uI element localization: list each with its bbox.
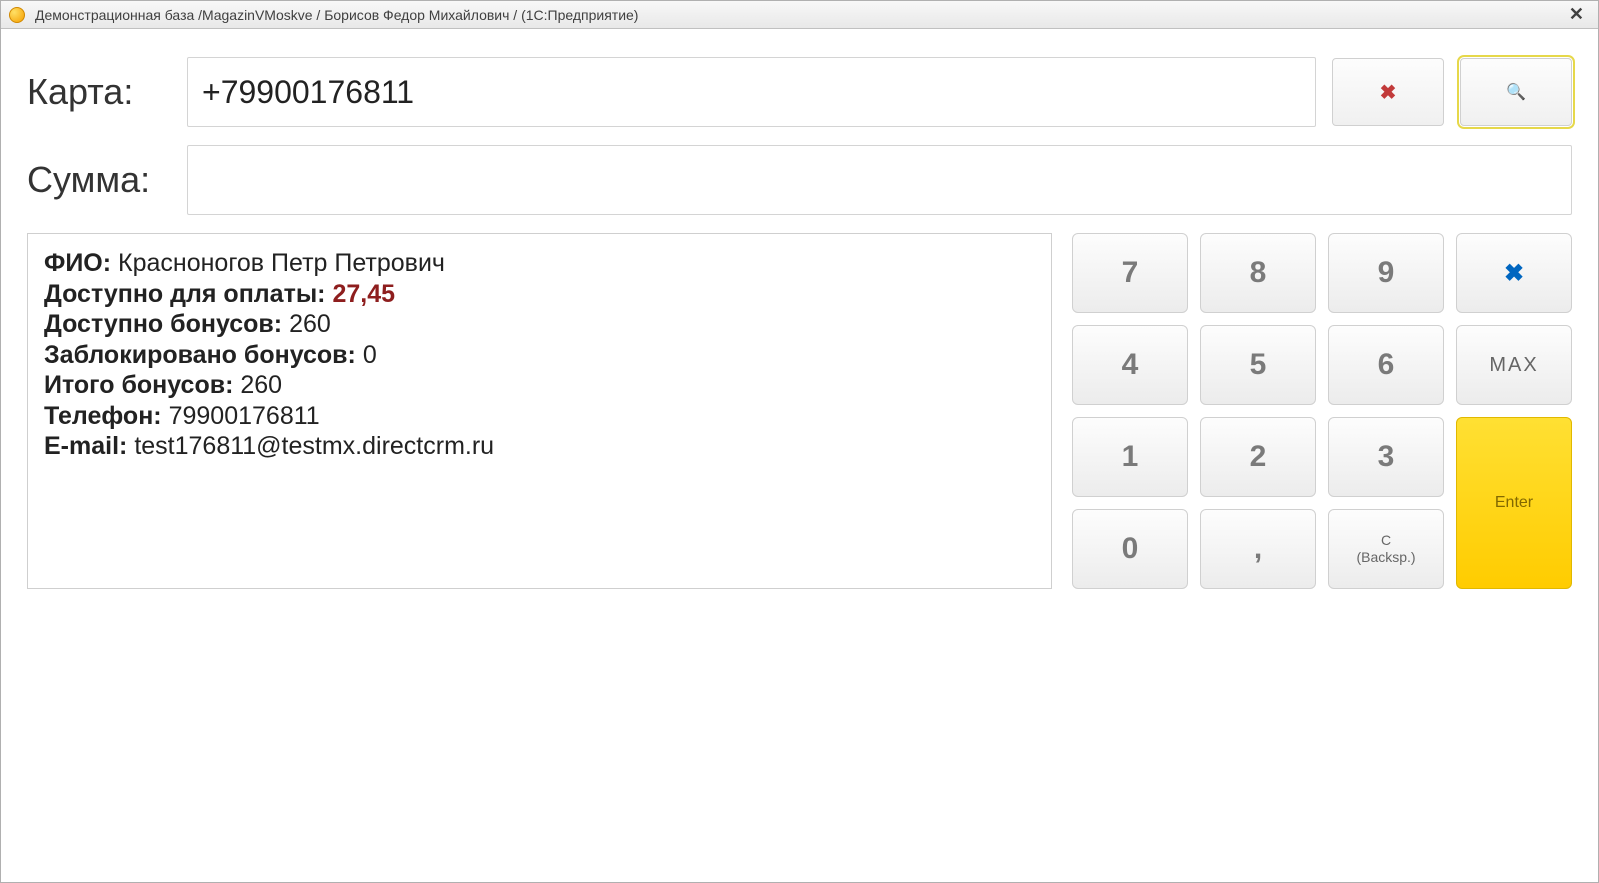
numeric-keypad: 7 8 9 ✖ 4 5 6 MAX 1 2 3 Enter 0 , C (Bac… [1072, 233, 1572, 589]
sum-label: Сумма: [27, 159, 187, 201]
info-total-bonus: Итого бонусов: 260 [44, 370, 1035, 401]
x-icon: ✖ [1380, 80, 1397, 105]
info-blocked-bonus: Заблокировано бонусов: 0 [44, 340, 1035, 371]
info-avail-pay: Доступно для оплаты: 27,45 [44, 279, 1035, 310]
key-max[interactable]: MAX [1456, 325, 1572, 405]
key-9[interactable]: 9 [1328, 233, 1444, 313]
total-bonus-value: 260 [240, 371, 282, 399]
titlebar: Демонстрационная база /MagazinVMoskve / … [1, 1, 1598, 29]
sum-row: Сумма: [27, 145, 1572, 215]
info-phone: Телефон: 79900176811 [44, 401, 1035, 432]
content-area: Карта: ✖ 🔍 Сумма: ФИО: Красноногов Петр … [1, 29, 1598, 882]
key-7[interactable]: 7 [1072, 233, 1188, 313]
total-bonus-label: Итого бонусов: [44, 371, 233, 399]
search-button[interactable]: 🔍 [1460, 58, 1572, 126]
key-backspace-label: (Backsp.) [1356, 549, 1415, 566]
key-delete[interactable]: ✖ [1456, 233, 1572, 313]
avail-pay-value: 27,45 [332, 280, 395, 308]
avail-bonus-value: 260 [289, 310, 331, 338]
key-enter[interactable]: Enter [1456, 417, 1572, 589]
card-row: Карта: ✖ 🔍 [27, 57, 1572, 127]
app-icon [9, 7, 25, 23]
window-title: Демонстрационная база /MagazinVMoskve / … [35, 7, 1563, 23]
card-input[interactable] [187, 57, 1316, 127]
card-label: Карта: [27, 71, 187, 113]
close-icon[interactable]: ✕ [1563, 4, 1590, 25]
key-4[interactable]: 4 [1072, 325, 1188, 405]
info-email: E-mail: test176811@testmx.directcrm.ru [44, 431, 1035, 462]
key-1[interactable]: 1 [1072, 417, 1188, 497]
key-8[interactable]: 8 [1200, 233, 1316, 313]
phone-label: Телефон: [44, 402, 162, 430]
fio-value: Красноногов Петр Петрович [118, 249, 445, 277]
key-2[interactable]: 2 [1200, 417, 1316, 497]
key-6[interactable]: 6 [1328, 325, 1444, 405]
info-fio: ФИО: Красноногов Петр Петрович [44, 248, 1035, 279]
email-label: E-mail: [44, 432, 127, 460]
clear-card-button[interactable]: ✖ [1332, 58, 1444, 126]
key-0[interactable]: 0 [1072, 509, 1188, 589]
avail-bonus-label: Доступно бонусов: [44, 310, 282, 338]
key-backspace-c: C [1381, 532, 1391, 549]
info-avail-bonus: Доступно бонусов: 260 [44, 309, 1035, 340]
customer-info-panel: ФИО: Красноногов Петр Петрович Доступно … [27, 233, 1052, 589]
sum-input[interactable] [187, 145, 1572, 215]
key-comma[interactable]: , [1200, 509, 1316, 589]
search-icon: 🔍 [1506, 82, 1526, 102]
app-window: Демонстрационная база /MagazinVMoskve / … [0, 0, 1599, 883]
blocked-bonus-value: 0 [363, 341, 377, 369]
key-3[interactable]: 3 [1328, 417, 1444, 497]
phone-value: 79900176811 [169, 402, 320, 430]
avail-pay-label: Доступно для оплаты: [44, 280, 326, 308]
email-value: test176811@testmx.directcrm.ru [134, 432, 494, 460]
fio-label: ФИО: [44, 249, 111, 277]
key-backspace[interactable]: C (Backsp.) [1328, 509, 1444, 589]
key-5[interactable]: 5 [1200, 325, 1316, 405]
lower-area: ФИО: Красноногов Петр Петрович Доступно … [27, 233, 1572, 589]
blocked-bonus-label: Заблокировано бонусов: [44, 341, 356, 369]
